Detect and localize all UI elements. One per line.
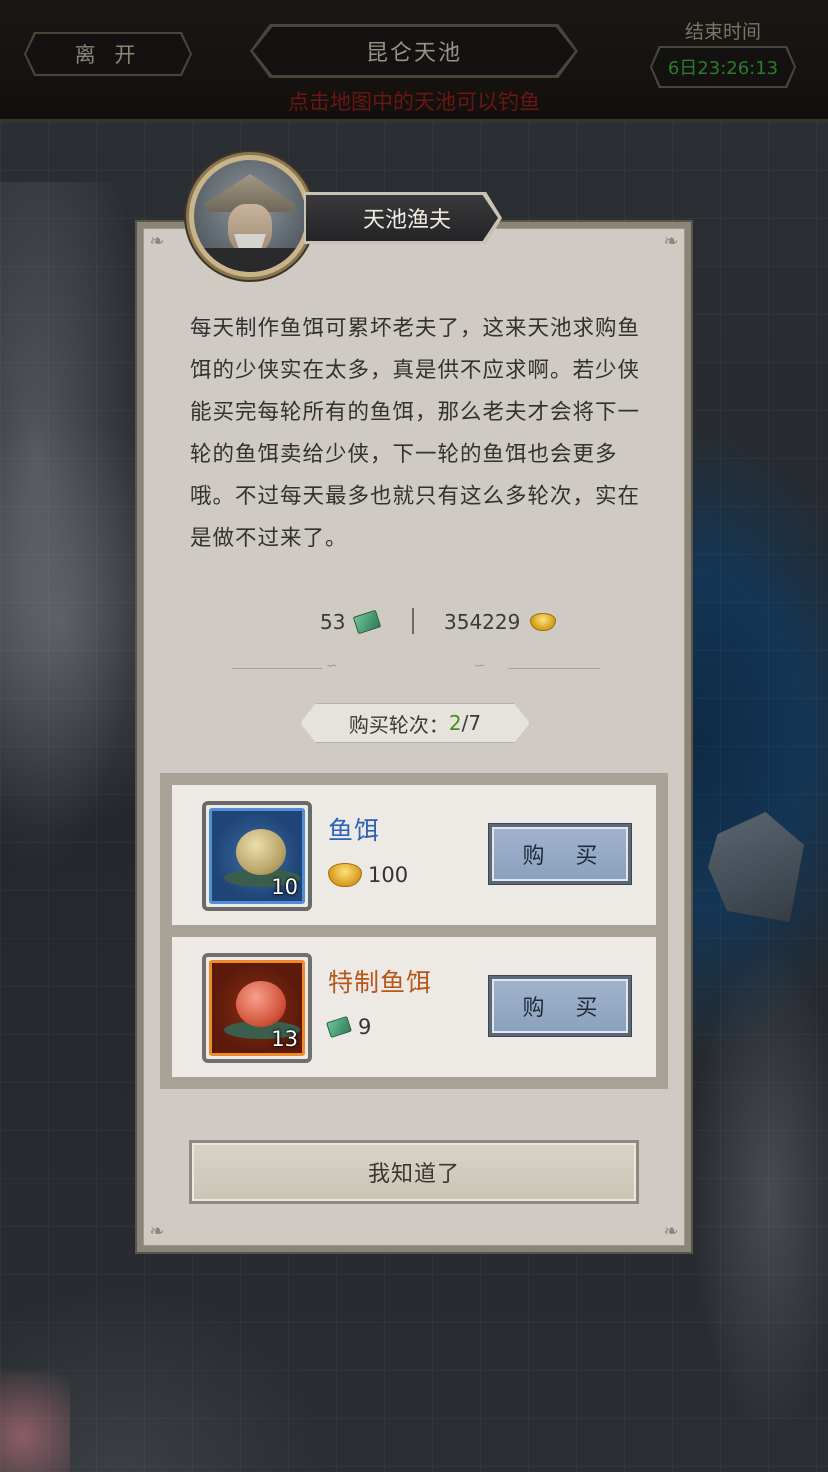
swirl-icon: ∽ [474, 658, 486, 674]
item-price-value: 100 [368, 863, 409, 887]
snowy-slope [690, 942, 828, 1442]
gold-amount: 354229 [444, 610, 521, 634]
currency-divider [412, 608, 414, 634]
list-item: 10 鱼饵 100 购 买 [172, 785, 656, 925]
divider-ornament-right: ∽ [474, 658, 600, 674]
buy-button[interactable]: 购 买 [488, 975, 632, 1037]
plum-blossom [0, 1372, 70, 1472]
item-price-value: 9 [358, 1015, 372, 1039]
gold-ingot-icon [530, 613, 557, 631]
gold-ingot-icon [328, 863, 362, 887]
corner-ornament: ❧ [663, 1221, 679, 1242]
npc-robe [194, 248, 306, 272]
buy-button-label: 购 买 [492, 979, 628, 1033]
round-label: 购买轮次： [348, 712, 449, 737]
jade-icon [353, 609, 382, 635]
top-bar: 离 开 昆仑天池 结束时间 6日23:26:13 点击地图中的天池可以钓鱼 [0, 0, 828, 122]
countdown-timer: 6日23:26:13 [652, 48, 794, 86]
bait-icon [236, 829, 286, 875]
swirl-icon: ∽ [326, 658, 338, 674]
item-slot-inner: 10 [209, 808, 305, 904]
buy-button[interactable]: 购 买 [488, 823, 632, 885]
jade-balance: 53 [320, 609, 382, 635]
dialog-message: 每天制作鱼饵可累坏老夫了，这来天池求购鱼饵的少侠实在太多，真是供不应求啊。若少侠… [190, 316, 641, 551]
npc-name-tag: 天池渔夫 [306, 195, 498, 241]
confirm-button-label: 我知道了 [192, 1143, 636, 1201]
item-price: 9 [326, 1015, 372, 1039]
gold-balance: 354229 [444, 610, 557, 634]
special-bait-icon [236, 981, 286, 1027]
leave-button[interactable]: 离 开 [26, 34, 190, 74]
divider-ornament-left: ∽ [232, 658, 352, 674]
item-slot-inner: 13 [209, 960, 305, 1056]
jade-amount: 53 [320, 610, 346, 634]
corner-ornament: ❧ [663, 231, 679, 252]
confirm-button[interactable]: 我知道了 [189, 1140, 639, 1204]
jade-icon [326, 1015, 352, 1039]
round-current: 2 [448, 711, 462, 735]
item-slot[interactable]: 10 [202, 801, 312, 911]
page-title: 昆仑天池 [253, 27, 575, 75]
fishing-hint: 点击地图中的天池可以钓鱼 [288, 90, 540, 114]
item-name: 特制鱼饵 [328, 968, 433, 997]
item-slot[interactable]: 13 [202, 953, 312, 1063]
list-item: 13 特制鱼饵 9 购 买 [172, 937, 656, 1077]
item-quantity: 10 [271, 875, 298, 899]
item-quantity: 13 [271, 1027, 298, 1051]
item-name: 鱼饵 [328, 816, 381, 845]
purchase-round: 购买轮次： 2 /7 [300, 703, 530, 743]
buy-button-label: 购 买 [492, 827, 628, 881]
corner-ornament: ❧ [149, 1221, 165, 1242]
divider-line [232, 668, 322, 669]
currency-row: 53 354229 [160, 602, 668, 642]
end-time-label: 结束时间 [684, 21, 761, 43]
item-price: 100 [328, 863, 408, 887]
corner-ornament: ❧ [149, 231, 165, 252]
npc-portrait [194, 160, 306, 272]
snowy-mountain [0, 182, 150, 882]
divider-line [508, 668, 600, 669]
round-total: /7 [461, 711, 482, 735]
